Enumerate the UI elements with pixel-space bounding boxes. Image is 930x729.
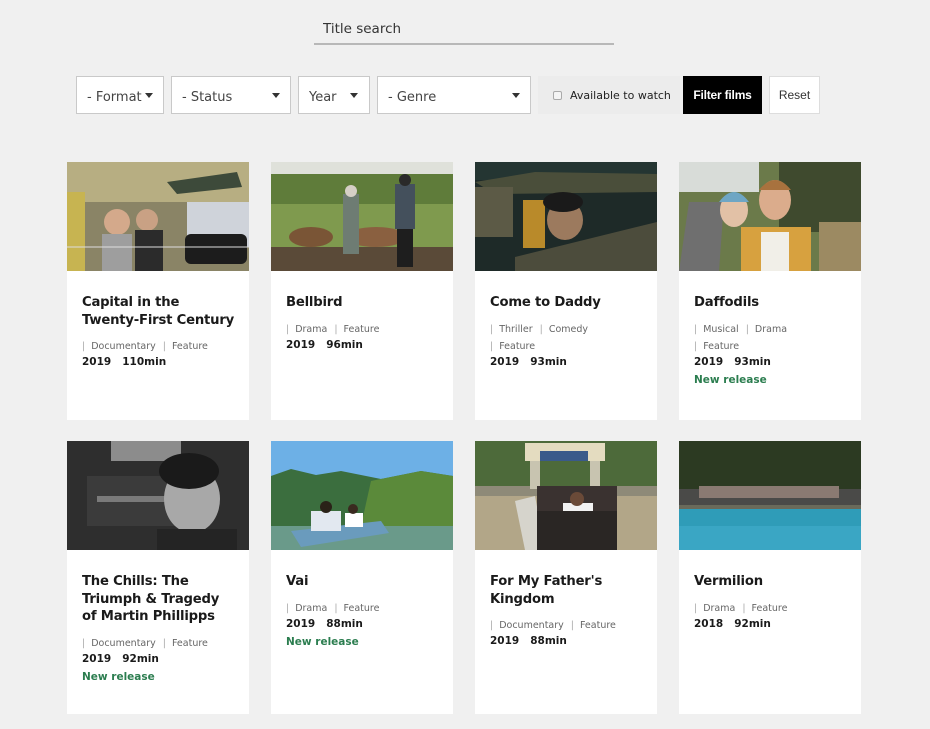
title-search-input[interactable] (314, 14, 614, 43)
film-tag: Thriller (490, 321, 532, 338)
collage-icon (67, 162, 249, 271)
available-to-watch-label: Available to watch (570, 88, 671, 102)
film-duration: 93min (734, 355, 771, 368)
film-meta: 2019 96min (286, 339, 438, 351)
film-title[interactable]: Capital in the Twenty-First Century (82, 294, 234, 329)
canoe-icon (271, 441, 453, 550)
new-release-badge: New release (286, 635, 359, 648)
film-card[interactable]: Capital in the Twenty-First Century Docu… (67, 162, 249, 420)
film-tags: Documentary Feature (82, 338, 234, 355)
film-duration: 96min (326, 338, 363, 351)
film-tag: Feature (163, 338, 208, 355)
film-tag: Documentary (490, 617, 564, 634)
farm-cattle-icon (271, 162, 453, 271)
film-card[interactable]: Daffodils MusicalDramaFeature 201993min … (679, 162, 861, 420)
film-year: 2019 (82, 356, 112, 368)
film-tag: Feature (490, 338, 535, 355)
chevron-down-icon (512, 93, 520, 98)
film-tags: Drama Feature (286, 321, 438, 338)
film-tag: Documentary (82, 635, 156, 652)
pool-icon (679, 441, 861, 550)
couple-bike-icon (679, 162, 861, 271)
title-search[interactable] (314, 14, 614, 45)
reset-button[interactable]: Reset (769, 76, 820, 114)
status-select[interactable]: - Status (171, 76, 291, 114)
film-duration: 93min (530, 355, 567, 368)
group-gate-icon (475, 441, 657, 550)
film-duration: 88min (530, 635, 567, 647)
film-card[interactable]: Bellbird Drama Feature 2019 96min (271, 162, 453, 420)
film-tag: Feature (334, 600, 380, 617)
film-title[interactable]: Vai (286, 573, 438, 591)
film-year: 2019 (490, 635, 520, 647)
chevron-down-icon (145, 93, 153, 98)
film-year: 2018 (694, 617, 724, 630)
format-select-value: - Format (87, 90, 142, 105)
year-select[interactable]: Year (298, 76, 370, 114)
film-tag: Drama (694, 600, 735, 617)
film-duration: 88min (326, 617, 363, 630)
film-card[interactable]: The Chills: The Triumph & Tragedy of Mar… (67, 441, 249, 714)
film-meta: 2019 88min (286, 618, 438, 630)
film-year: 2019 (286, 338, 316, 351)
bw-portrait-icon (67, 441, 249, 550)
film-tags: Thriller Comedy Feature (490, 321, 642, 355)
film-meta: 2019 93min (490, 356, 642, 368)
film-meta: 2019 92min (82, 653, 234, 665)
film-card[interactable]: Vermilion Drama Feature 2018 92min (679, 441, 861, 714)
film-tags: Documentary Feature (490, 617, 642, 634)
film-card[interactable]: Vai Drama Feature 2019 88min New release (271, 441, 453, 714)
film-meta: 2018 92min (694, 618, 846, 630)
film-tag: Comedy (540, 321, 588, 338)
film-card[interactable]: Come to Daddy Thriller Comedy Feature 2019… (475, 162, 657, 420)
film-tag: Feature (334, 321, 380, 338)
film-meta: 2019 93min (694, 356, 846, 368)
film-tags: Drama Feature (694, 600, 846, 617)
genre-select[interactable]: - Genre (377, 76, 531, 114)
genre-select-value: - Genre (388, 90, 437, 105)
filter-films-button[interactable]: Filter films (683, 76, 762, 114)
film-title[interactable]: Come to Daddy (490, 294, 642, 312)
format-select[interactable]: - Format (76, 76, 164, 114)
status-select-value: - Status (182, 90, 233, 105)
film-tag: Feature (571, 617, 616, 634)
film-tag: Feature (163, 635, 208, 652)
film-title[interactable]: Daffodils (694, 294, 846, 312)
film-year: 2019 (82, 652, 112, 665)
new-release-badge: New release (82, 670, 155, 683)
available-to-watch-toggle[interactable]: Available to watch (538, 76, 680, 114)
film-tags: Documentary Feature (82, 635, 234, 652)
film-tag: Drama (746, 321, 787, 338)
film-title[interactable]: For My Father's Kingdom (490, 573, 642, 608)
chevron-down-icon (350, 93, 358, 98)
film-duration: 92min (122, 652, 159, 665)
year-select-value: Year (309, 90, 337, 105)
film-year: 2019 (286, 617, 316, 630)
man-in-car-icon (475, 162, 657, 271)
film-tag: Feature (742, 600, 788, 617)
film-duration: 92min (734, 617, 771, 630)
film-title[interactable]: The Chills: The Triumph & Tragedy of Mar… (82, 573, 234, 626)
film-year: 2019 (490, 355, 520, 368)
film-meta: 2019 110min (82, 356, 234, 368)
new-release-badge: New release (694, 373, 767, 386)
film-card[interactable]: For My Father's Kingdom Documentary Featu… (475, 441, 657, 714)
film-meta: 2019 88min (490, 635, 642, 647)
film-tag: Drama (286, 600, 327, 617)
film-tags: Drama Feature (286, 600, 438, 617)
film-title[interactable]: Vermilion (694, 573, 846, 591)
film-tag: Musical (694, 321, 739, 338)
film-tag: Feature (694, 338, 739, 355)
chevron-down-icon (272, 93, 280, 98)
available-to-watch-checkbox[interactable] (553, 90, 562, 100)
film-tag: Drama (286, 321, 327, 338)
film-tags: Musical Drama Feature (694, 321, 846, 355)
film-year: 2019 (694, 355, 724, 368)
film-tag: Documentary (82, 338, 156, 355)
film-duration: 110min (122, 356, 167, 368)
film-title[interactable]: Bellbird (286, 294, 438, 312)
